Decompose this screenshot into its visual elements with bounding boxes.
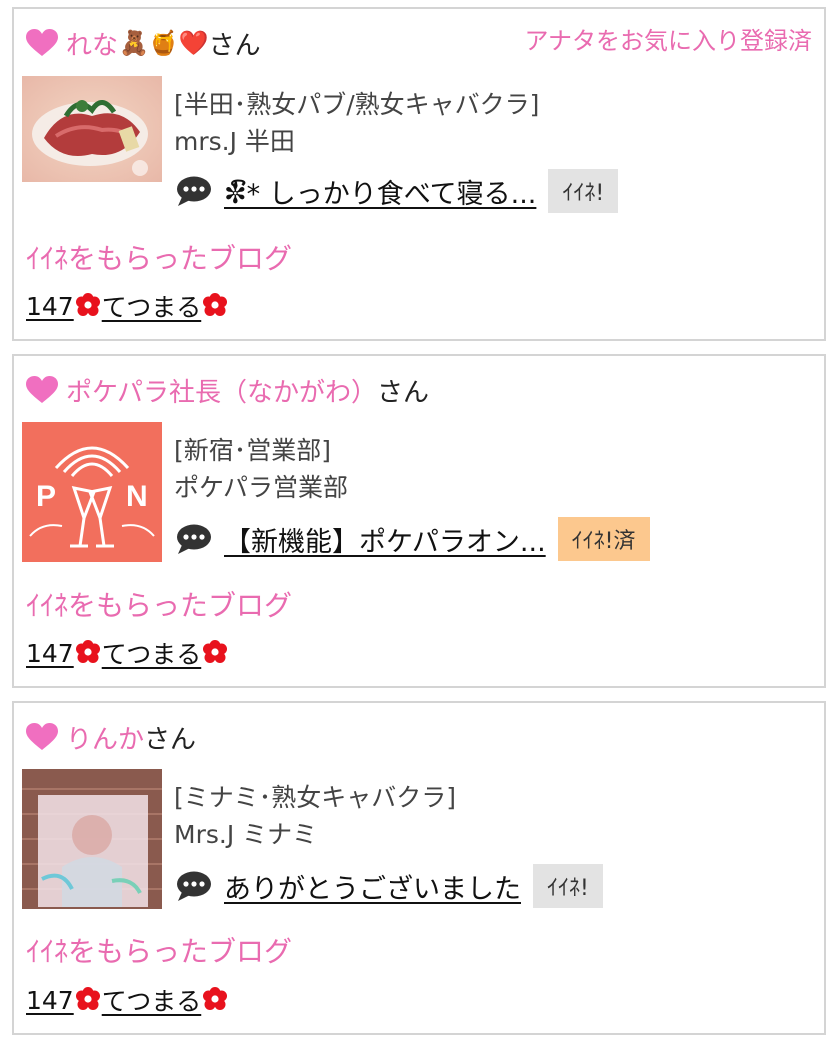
comment-bubble-icon (176, 523, 212, 555)
blog-title-link[interactable]: ✼ົ* しっかり食べて寝る... (224, 172, 536, 211)
received-blog-name: てつまる (101, 293, 202, 322)
user-name[interactable]: りんか (66, 719, 144, 756)
flower-icon (74, 986, 102, 1014)
received-count: 147 (26, 291, 74, 321)
heart-icon (26, 375, 60, 405)
user-name[interactable]: ポケパラ社長（なかがわ） (66, 372, 377, 409)
card-header: りんか さん (26, 717, 196, 757)
flower-icon (201, 292, 229, 320)
card-header: れな 🧸🍯❤️ さん (26, 23, 261, 63)
thumb-letter-p: P (36, 480, 56, 513)
comment-bubble-icon (176, 175, 212, 207)
received-blog-heading: ｲｲﾈをもらったブログ (26, 935, 293, 968)
received-count: 147 (26, 638, 74, 668)
shop-category: [新宿･営業部] (174, 436, 332, 465)
blog-title-link[interactable]: 【新機能】ポケパラオン... (224, 520, 546, 559)
shop-category: [半田･熟女パブ/熟女キャバクラ] (174, 90, 540, 119)
user-name[interactable]: れな (66, 25, 118, 62)
honorific: さん (376, 377, 429, 408)
user-card[interactable]: ポケパラ社長（なかがわ） さん P N [新宿･営業部] ポケパラ営業部 【新機… (12, 354, 826, 688)
blog-title-link[interactable]: ありがとうございました (224, 867, 521, 906)
received-blog-name: てつまる (101, 640, 202, 669)
honorific: さん (208, 30, 261, 61)
shop-thumbnail[interactable] (22, 76, 162, 182)
iine-button[interactable]: ｲｲﾈ! (548, 169, 619, 213)
received-count: 147 (26, 985, 74, 1015)
shop-name[interactable]: ポケパラ営業部 (174, 468, 348, 504)
shop-thumbnail[interactable]: P N (22, 422, 162, 562)
shop-name[interactable]: mrs.J 半田 (174, 122, 295, 158)
blog-row: ✼ົ* しっかり食べて寝る... ｲｲﾈ! (176, 169, 619, 213)
received-blog-heading: ｲｲﾈをもらったブログ (26, 242, 293, 275)
shop-category: [ミナミ･熟女キャバクラ] (174, 783, 457, 812)
flower-icon (201, 639, 229, 667)
shop-name[interactable]: Mrs.J ミナミ (174, 815, 317, 851)
favorite-status: アナタをお気に入り登録済 (524, 27, 812, 55)
iine-done-button[interactable]: ｲｲﾈ!済 (557, 517, 650, 561)
received-blog-name: てつまる (101, 987, 202, 1016)
flower-icon (74, 292, 102, 320)
shop-thumbnail[interactable] (22, 769, 162, 909)
flower-icon (74, 639, 102, 667)
heart-icon (26, 722, 60, 752)
blog-row: ありがとうございました ｲｲﾈ! (176, 864, 603, 908)
card-header: ポケパラ社長（なかがわ） さん (26, 370, 429, 410)
received-blog-link[interactable]: 147 てつまる (26, 982, 229, 1018)
user-card[interactable]: りんか さん [ミナミ･熟女キャバクラ] Mrs.J ミナミ ありがとうございま… (12, 701, 826, 1035)
honorific: さん (144, 724, 197, 755)
iine-button[interactable]: ｲｲﾈ! (533, 864, 603, 908)
heart-icon (26, 28, 60, 58)
flower-icon (201, 986, 229, 1014)
thumb-letter-n: N (126, 480, 148, 513)
received-blog-link[interactable]: 147 てつまる (26, 288, 229, 324)
user-card[interactable]: れな 🧸🍯❤️ さん アナタをお気に入り登録済 [半田･熟女パブ/熟女キャバクラ… (12, 7, 826, 341)
received-blog-link[interactable]: 147 てつまる (26, 635, 229, 671)
comment-bubble-icon (176, 870, 212, 902)
name-emoji: 🧸🍯❤️ (119, 29, 209, 57)
blog-row: 【新機能】ポケパラオン... ｲｲﾈ!済 (176, 517, 650, 561)
received-blog-heading: ｲｲﾈをもらったブログ (26, 589, 293, 622)
